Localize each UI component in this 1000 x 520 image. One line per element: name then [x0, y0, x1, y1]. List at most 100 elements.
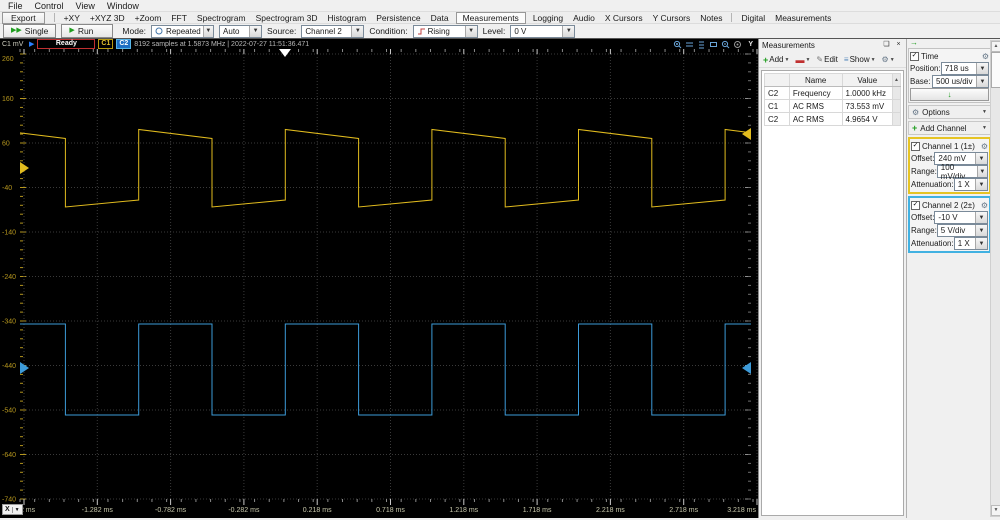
run-button[interactable]: ▶ Run — [61, 24, 114, 38]
table-row[interactable]: C1 AC RMS 73.553 mV — [764, 99, 901, 113]
tab-measurements[interactable]: Measurements — [455, 11, 526, 24]
tab-data[interactable]: Data — [426, 13, 454, 23]
tab-fft[interactable]: FFT — [166, 13, 192, 23]
base-select[interactable]: 500 us/div ▼ — [932, 75, 989, 88]
tab--xy[interactable]: +XY — [59, 13, 85, 23]
tab-persistence[interactable]: Persistence — [371, 13, 425, 23]
tab-histogram[interactable]: Histogram — [322, 13, 371, 23]
tab-measurements[interactable]: Measurements — [770, 13, 836, 23]
channel2-offset-select[interactable]: -10 V ▼ — [934, 211, 988, 224]
gear-icon[interactable]: ⚙ — [982, 52, 989, 61]
fit-width-icon[interactable] — [685, 40, 694, 49]
x-axis-label: 1.218 ms — [449, 507, 478, 514]
menu-file[interactable]: File — [2, 1, 29, 11]
tab-notes[interactable]: Notes — [695, 13, 727, 23]
add-measurement-button[interactable]: + Add ▼ — [761, 55, 791, 65]
trigger-position-marker[interactable] — [279, 49, 291, 57]
waveform-canvas[interactable]: 260 160 60 -40 -140 -240 -340 -440 -540 -640 -740 -… — [0, 49, 758, 518]
y-axis-unit-label[interactable]: C1 mV — [2, 41, 26, 48]
float-panel-icon[interactable]: ❏ — [882, 41, 891, 50]
scroll-down-icon[interactable]: ▼ — [991, 505, 1000, 516]
measurement-settings-button[interactable]: ⚙ ▼ — [880, 55, 897, 64]
tab-logging[interactable]: Logging — [528, 13, 568, 23]
channel2-group: Channel 2 (2±) ⚙ Offset: -10 V ▼ Range: … — [908, 196, 991, 253]
show-menu-button[interactable]: ≡ Show ▼ — [842, 55, 878, 64]
tab-export[interactable]: Export — [2, 11, 45, 24]
fit-screen-icon[interactable] — [709, 40, 718, 49]
minus-icon: ▬ — [795, 54, 805, 65]
channel2-badge[interactable]: C2 — [116, 39, 132, 49]
edit-measurement-button[interactable]: ✎ Edit — [814, 55, 840, 64]
level-select[interactable]: 0 V ▼ — [510, 24, 576, 38]
single-button[interactable]: ▶▶ Single — [3, 24, 57, 38]
channel2-attenuation-select[interactable]: 1 X ▼ — [953, 237, 988, 250]
chevron-down-icon: ▼ — [975, 225, 987, 236]
tab-y-cursors[interactable]: Y Cursors — [648, 13, 696, 23]
fit-height-icon[interactable] — [697, 40, 706, 49]
channel1-zero-marker[interactable] — [20, 162, 29, 174]
channel1-level-marker[interactable] — [742, 128, 751, 140]
add-channel-button[interactable]: + Add Channel ▼ — [908, 121, 991, 135]
tab--xyz-3d[interactable]: +XYZ 3D — [85, 13, 130, 23]
x-axis-selector[interactable]: X ▼ — [2, 504, 23, 515]
tab-bar: Export +XY +XYZ 3D +Zoom FFT Spectrogram Spect… — [0, 11, 1000, 24]
close-icon[interactable]: × — [894, 41, 903, 50]
tab-audio[interactable]: Audio — [568, 13, 600, 23]
chevron-down-icon: ▼ — [805, 56, 811, 63]
tab-digital[interactable]: Digital — [736, 13, 770, 23]
channel2-checkbox[interactable] — [911, 200, 920, 210]
tab-spectrogram-3d[interactable]: Spectrogram 3D — [251, 13, 323, 23]
condition-label: Condition: — [369, 26, 408, 36]
options-section[interactable]: ⚙ Options ▼ — [908, 105, 991, 119]
tab-x-cursors[interactable]: X Cursors — [600, 13, 648, 23]
condition-select[interactable]: Rising ▼ — [412, 24, 478, 38]
menu-window[interactable]: Window — [101, 1, 145, 11]
channel2-range-select[interactable]: 5 V/div ▼ — [936, 224, 988, 237]
measurements-table[interactable]: Name Value ▲ C2 Frequency 1.0000 kHz C1 AC R… — [764, 73, 901, 126]
tab--zoom[interactable]: +Zoom — [130, 13, 167, 23]
chevron-down-icon: ▼ — [784, 56, 790, 63]
panel-scrollbar[interactable]: ▲ ▼ — [990, 40, 1000, 517]
trigger-mode-select[interactable]: Auto ▼ — [219, 24, 263, 38]
channel1-attenuation-select[interactable]: 1 X ▼ — [953, 178, 988, 191]
trigger-level-marker[interactable] — [742, 362, 751, 374]
scrollbar-thumb[interactable] — [991, 52, 1000, 88]
channel1-checkbox[interactable] — [911, 141, 920, 151]
chevron-down-icon: ▼ — [976, 63, 988, 74]
settings-icon[interactable] — [733, 40, 742, 49]
edit-label: Edit — [824, 55, 838, 64]
cell-scroll-gutter — [892, 112, 901, 126]
gear-icon[interactable]: ⚙ — [981, 142, 988, 151]
table-row[interactable]: C2 Frequency 1.0000 kHz — [764, 86, 901, 100]
column-header-name[interactable]: Name — [788, 73, 843, 87]
cell-channel: C2 — [764, 86, 790, 100]
chevron-down-icon: ▼ — [982, 109, 987, 115]
source-select[interactable]: Channel 2 ▼ — [301, 24, 365, 38]
column-header-channel[interactable] — [764, 73, 790, 87]
menu-control[interactable]: Control — [29, 1, 70, 11]
channel1-range-select[interactable]: 100 mV/div ▼ — [936, 163, 988, 181]
mode-select[interactable]: Repeated ▼ — [151, 24, 215, 38]
remove-measurement-button[interactable]: ▬ ▼ — [793, 55, 812, 65]
time-checkbox[interactable] — [910, 51, 919, 61]
sample-info: 8192 samples at 1.5873 MHz | 2022-07-27 … — [134, 40, 310, 48]
cell-scroll-gutter — [892, 99, 901, 113]
table-row[interactable]: C2 AC RMS 4.9654 V — [764, 112, 901, 126]
position-select[interactable]: 718 us ▼ — [940, 62, 989, 75]
scroll-up-icon[interactable]: ▲ — [991, 41, 1000, 52]
channel1-badge[interactable]: C1 — [98, 39, 114, 49]
zoom-in-icon[interactable] — [673, 40, 682, 49]
expand-time-button[interactable]: ↓ — [910, 88, 989, 101]
column-header-value[interactable]: Value — [841, 73, 894, 87]
y-axis-selector[interactable]: Y — [745, 41, 756, 48]
plus-icon: + — [912, 123, 918, 133]
add-channel-label: Add Channel — [920, 123, 967, 133]
green-arrow-icon[interactable]: → — [908, 39, 991, 47]
scroll-up-icon[interactable]: ▲ — [892, 73, 901, 87]
tab-spectrogram[interactable]: Spectrogram — [192, 13, 251, 23]
x-axis-label: 2.718 ms — [669, 507, 698, 514]
zoom-out-icon[interactable] — [721, 40, 730, 49]
menu-view[interactable]: View — [70, 1, 101, 11]
y-axis-label: -240 — [2, 274, 16, 281]
gear-icon[interactable]: ⚙ — [981, 201, 988, 210]
